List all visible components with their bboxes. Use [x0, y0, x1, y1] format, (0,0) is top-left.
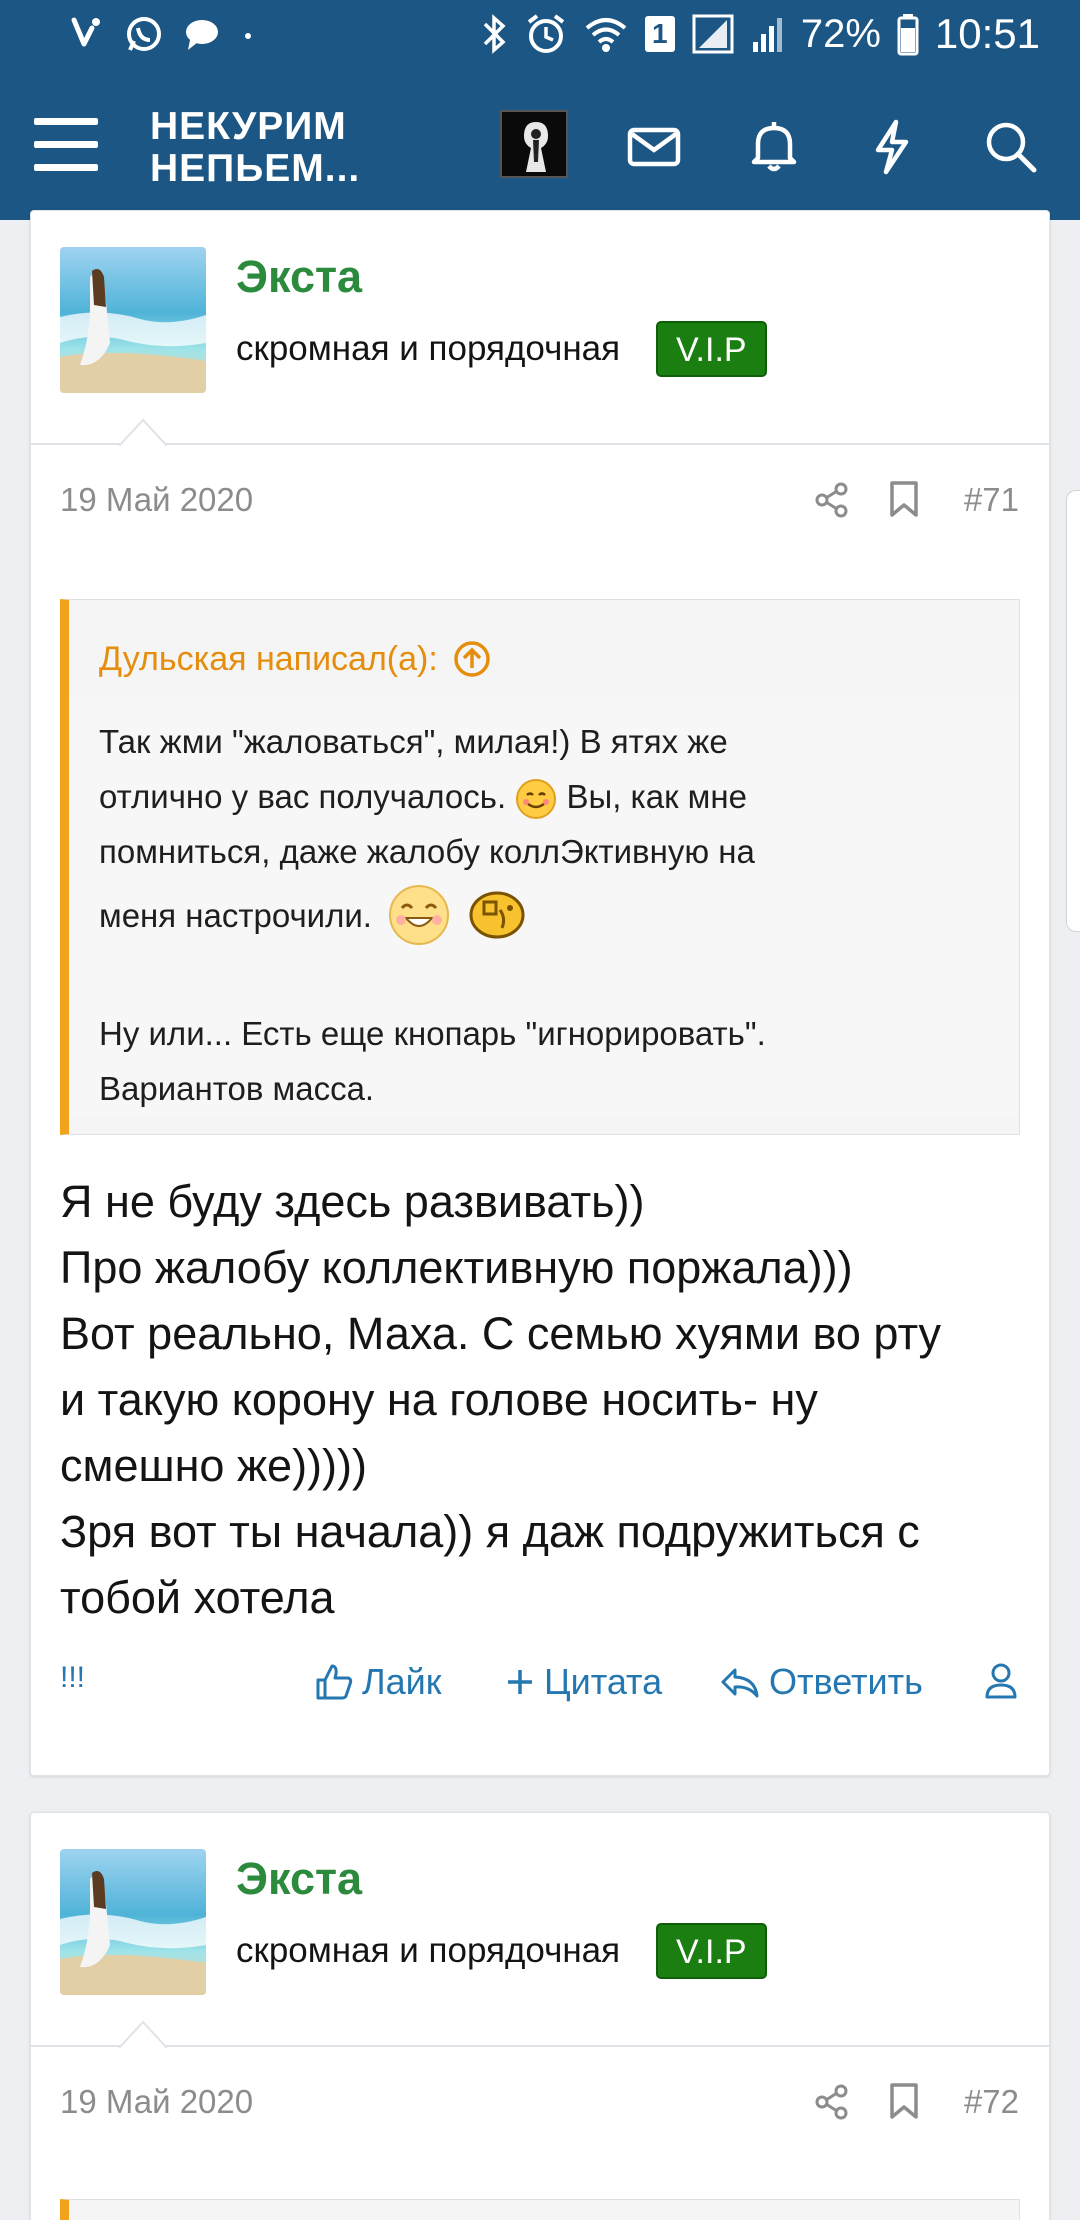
keyhole-avatar-icon	[502, 112, 566, 176]
post-meta: 19 Май 2020 #72	[31, 2047, 1049, 2157]
quote-block-partial	[60, 2199, 1020, 2220]
report-button[interactable]: !!!	[60, 1661, 85, 1695]
thumbs-up-icon	[316, 1664, 353, 1700]
bookmark-icon[interactable]	[886, 479, 922, 519]
post-number[interactable]: #71	[964, 481, 1019, 519]
like-button[interactable]: Лайк	[314, 1661, 442, 1703]
alarm-icon	[527, 14, 565, 53]
user-title: скромная и порядочная	[236, 329, 621, 368]
site-logo[interactable]: НЕКУРИМ НЕПЬЕМ...	[150, 106, 360, 190]
dot-icon	[245, 33, 251, 39]
post-date[interactable]: 19 Май 2020	[60, 481, 253, 519]
logo-line-1: НЕКУРИМ	[150, 105, 347, 148]
user-avatar[interactable]	[60, 1849, 206, 1995]
message-line: Зря вот ты начала)) я даж подружиться с	[60, 1506, 920, 1557]
signal-icon-1	[692, 14, 734, 54]
quote-block: Дульская написал(а): Так жми "жаловаться…	[60, 599, 1020, 1135]
message-line: Про жалобу коллективную поржала)))	[60, 1242, 853, 1293]
battery-icon	[897, 14, 919, 56]
post-71: Экста скромная и порядочная V.I.P 19 Май…	[30, 210, 1050, 1776]
menu-icon[interactable]	[34, 118, 98, 172]
quote-spacer	[99, 951, 989, 1006]
vip-badge: V.I.P	[656, 1923, 767, 1979]
post-date[interactable]: 19 Май 2020	[60, 2083, 253, 2121]
quote-header[interactable]: Дульская написал(а):	[69, 600, 1019, 696]
username[interactable]: Экста	[236, 1853, 362, 1905]
signal-icon-2	[752, 18, 782, 52]
mail-icon[interactable]	[622, 114, 686, 178]
plus-icon	[508, 1670, 532, 1694]
share-icon[interactable]	[813, 2083, 851, 2121]
reply-button[interactable]: Ответить	[719, 1661, 923, 1703]
pointer-arrow	[119, 418, 167, 446]
user-title: скромная и порядочная	[236, 1931, 621, 1970]
post-number[interactable]: #72	[964, 2083, 1019, 2121]
user-avatar[interactable]	[60, 247, 206, 393]
report-label: !!!	[60, 1661, 86, 1694]
post-user-block: Экста скромная и порядочная V.I.P	[31, 1813, 1049, 2048]
whatsapp-icon	[127, 17, 161, 51]
username[interactable]: Экста	[236, 251, 362, 303]
reply-icon	[721, 1668, 759, 1698]
lightning-icon[interactable]	[860, 114, 924, 178]
logo-line-2: НЕПЬЕМ...	[150, 147, 361, 190]
message-line: смешно же)))))	[60, 1440, 368, 1491]
quote-label: Цитата	[544, 1661, 663, 1702]
bell-icon[interactable]	[742, 114, 806, 178]
message-line: Я не буду здесь развивать))	[60, 1176, 645, 1227]
quote-line: Так жми "жаловаться", милая!) В ятях же	[99, 723, 728, 760]
sim-badge: 1	[644, 16, 675, 52]
vip-badge: V.I.P	[656, 321, 767, 377]
arrow-up-circle-icon[interactable]	[452, 639, 492, 679]
quote-text: меня настрочили.	[99, 896, 372, 934]
share-icon[interactable]	[813, 481, 851, 519]
pointer-arrow	[119, 2020, 167, 2048]
clock: 10:51	[934, 10, 1040, 57]
quote-text: Вы, как мне	[566, 778, 747, 815]
missed-call-icon	[71, 17, 100, 47]
search-icon[interactable]	[978, 114, 1042, 178]
message-icon	[186, 20, 218, 50]
bluetooth-icon	[483, 14, 506, 54]
quote-text: отлично у вас получалось.	[99, 778, 507, 815]
quote-line: Ну или... Есть еще кнопарь "игнорировать…	[99, 1015, 766, 1052]
post-actions: !!! Лайк Цитата Ответить	[31, 1651, 1049, 1731]
quote-author[interactable]: Дульская написал(а):	[99, 640, 438, 679]
message-line: Вот реально, Маха. С семью хуями во рту	[60, 1308, 942, 1359]
quote-body: Так жми "жаловаться", милая!) В ятях же …	[69, 696, 1019, 1116]
reply-label: Ответить	[769, 1661, 923, 1702]
quote-line: отлично у вас получалось. Вы, как мне	[99, 769, 989, 824]
quote-line: меня настрочили.	[99, 879, 989, 951]
post-meta: 19 Май 2020 #71	[31, 445, 1049, 555]
wifi-icon	[585, 18, 627, 52]
scroll-handle[interactable]	[1066, 490, 1080, 932]
bookmark-icon[interactable]	[886, 2081, 922, 2121]
thumbs-emoji-icon	[469, 891, 525, 939]
like-label: Лайк	[362, 1661, 442, 1702]
user-menu-button[interactable]	[983, 1661, 1019, 1701]
smile-emoji-icon	[516, 779, 557, 820]
message-line: и такую корону на голове носить- ну	[60, 1374, 818, 1425]
battery-percent: 72%	[800, 11, 881, 56]
quote-line: Вариантов масса.	[99, 1070, 375, 1107]
quote-button[interactable]: Цитата	[504, 1661, 662, 1703]
app-header: НЕКУРИМ НЕПЬЕМ...	[0, 72, 1080, 220]
post-user-block: Экста скромная и порядочная V.I.P	[31, 211, 1049, 446]
post-message: Я не буду здесь развивать)) Про жалобу к…	[60, 1169, 1020, 1631]
user-icon	[985, 1663, 1017, 1699]
status-bar: 1 72% 10:51	[0, 0, 1080, 72]
laughing-emoji-icon	[388, 885, 449, 945]
message-line: тобой хотела	[60, 1572, 335, 1623]
quote-line: помниться, даже жалобу коллЭктивную на	[99, 833, 755, 870]
user-avatar-button[interactable]	[500, 110, 568, 178]
post-72: Экста скромная и порядочная V.I.P 19 Май…	[30, 1812, 1050, 2220]
